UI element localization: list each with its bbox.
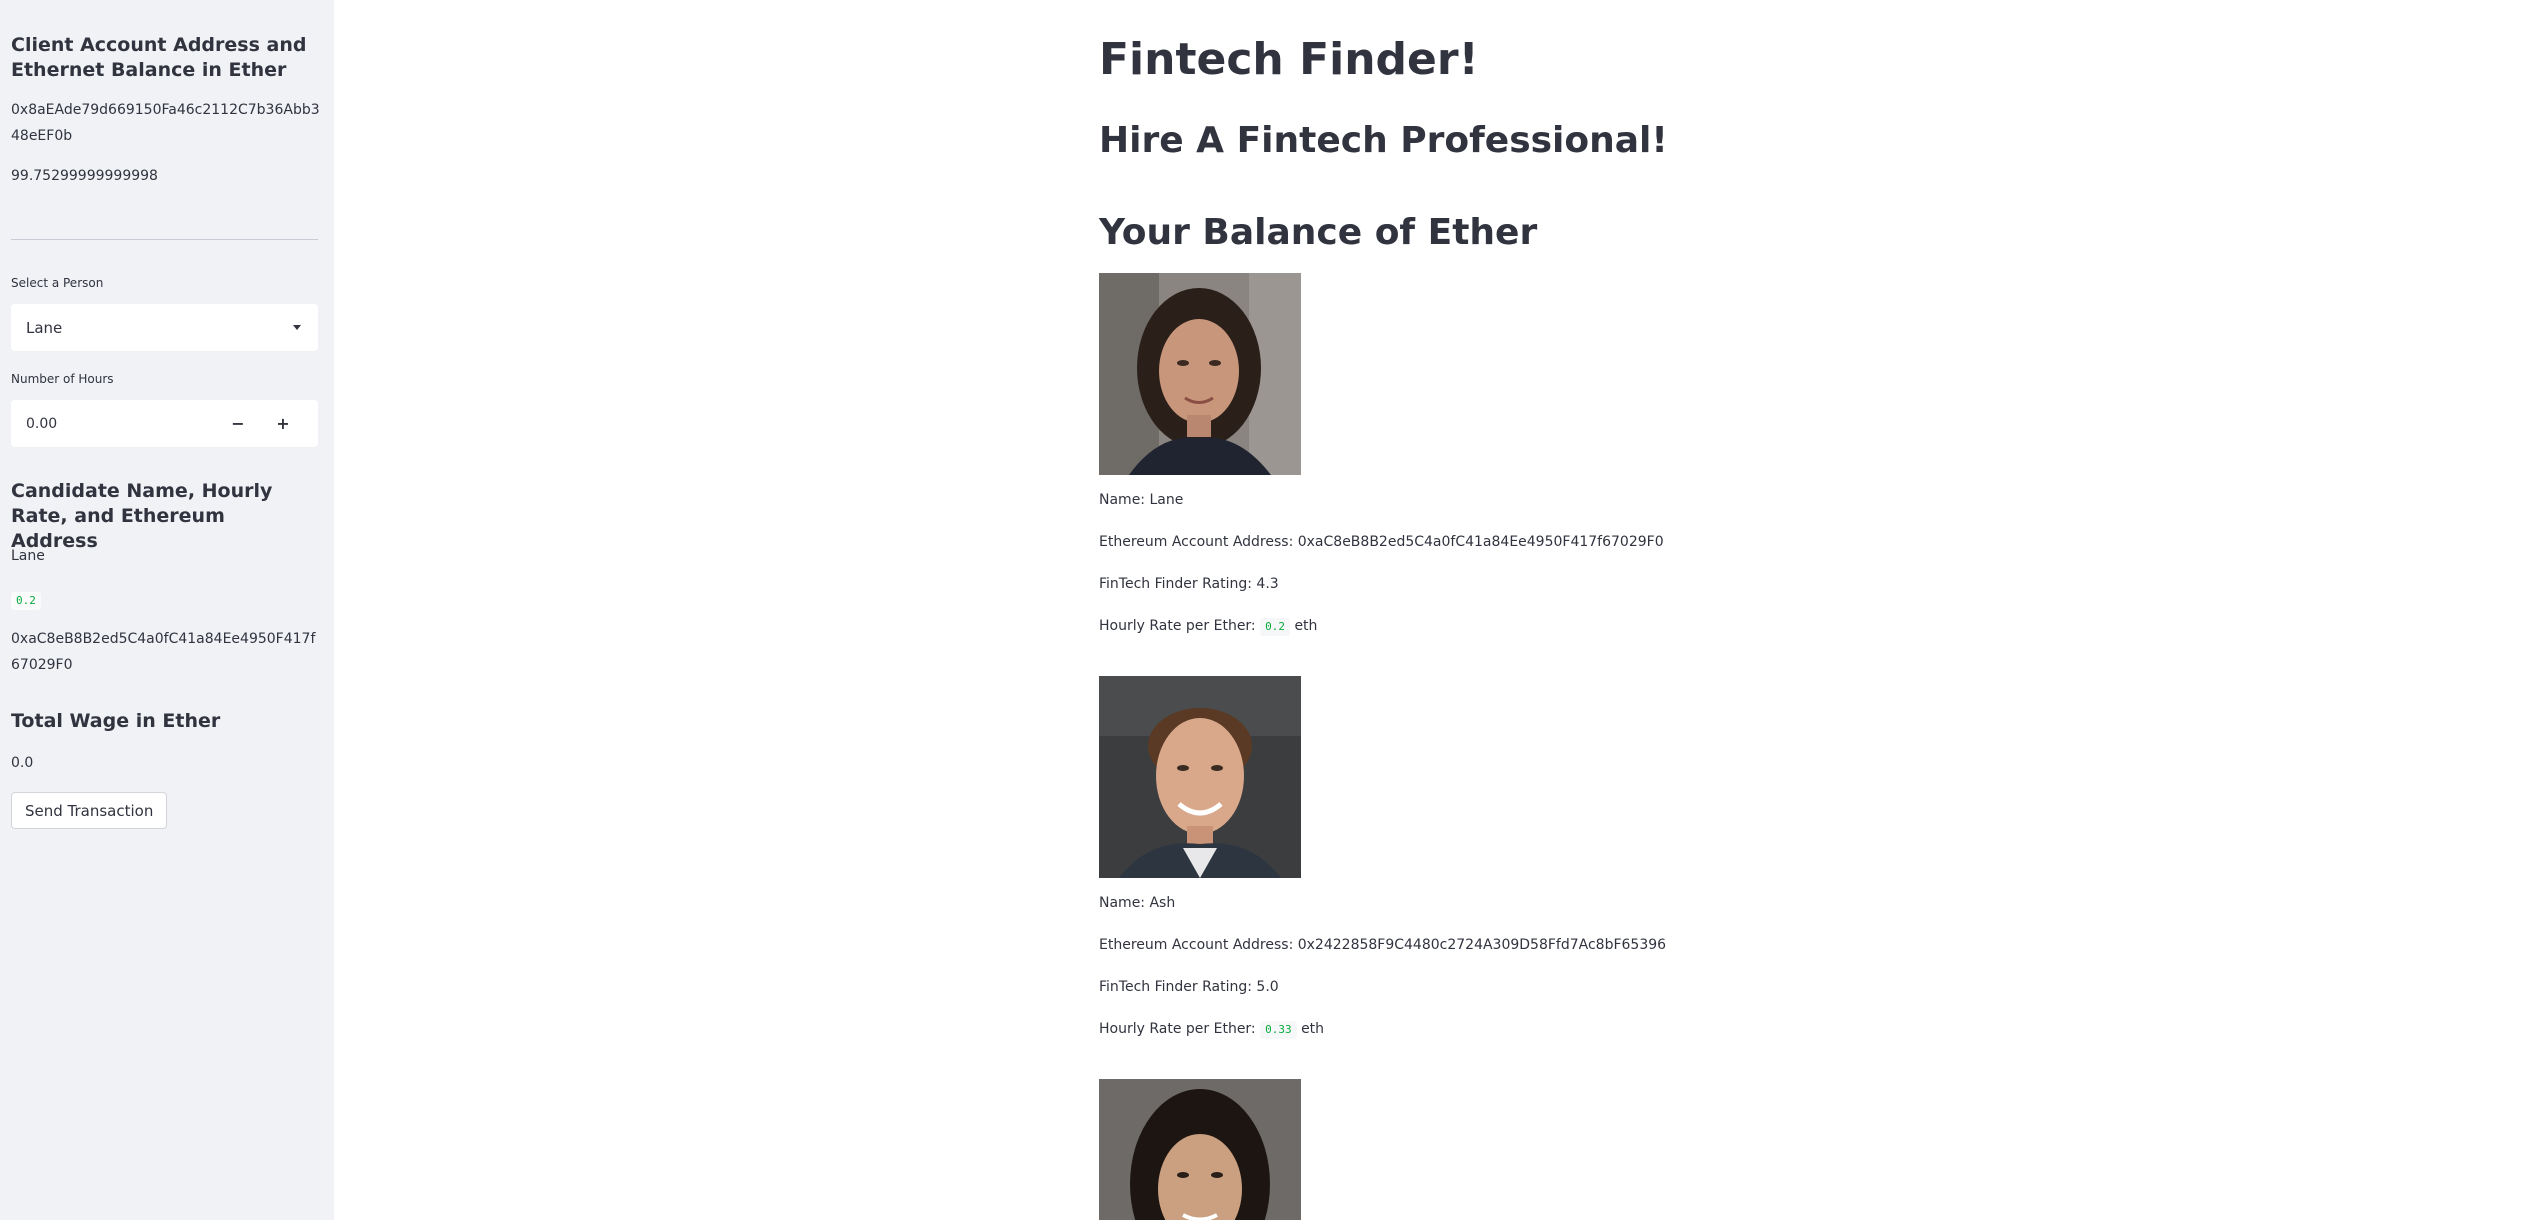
wage-heading: Total Wage in Ether (11, 710, 221, 732)
wage-value: 0.0 (11, 755, 34, 771)
send-transaction-button[interactable]: Send Transaction (11, 792, 168, 829)
main-content: Fintech Finder! Hire A Fintech Professio… (334, 0, 2533, 1220)
sidebar-divider (11, 239, 318, 240)
candidate-photo-ash (1099, 676, 1301, 878)
candidate-rating-ash: FinTech Finder Rating: 5.0 (1099, 979, 1279, 995)
candidate-address-lane: Ethereum Account Address: 0xaC8eB8B2ed5C… (1099, 534, 1664, 550)
hours-input[interactable] (11, 400, 231, 447)
select-person-label: Select a Person (11, 276, 104, 290)
page-subtitle: Hire A Fintech Professional! (1099, 120, 1668, 161)
person-select[interactable]: Lane (11, 304, 318, 351)
rate-unit: eth (1294, 618, 1318, 634)
rate-label: Hourly Rate per Ether: (1099, 1021, 1256, 1037)
candidate-rate: 0.2 (11, 592, 41, 610)
hours-stepper: − + (11, 400, 318, 447)
app-window: Client Account Address and Ethernet Bala… (0, 0, 2533, 1220)
chevron-down-icon (293, 325, 301, 330)
account-heading: Client Account Address and Ethernet Bala… (11, 34, 307, 81)
account-balance: 99.75299999999998 (11, 168, 158, 184)
rate-unit: eth (1301, 1021, 1325, 1037)
selected-person: Lane (26, 319, 63, 337)
candidate-photo-lane (1099, 273, 1301, 475)
page-title: Fintech Finder! (1099, 34, 1479, 85)
account-address: 0x8aEAde79d669150Fa46c2112C7b36Abb348eEF… (11, 102, 320, 144)
candidate-rate-row-ash: Hourly Rate per Ether: 0.33 eth (1099, 1019, 1324, 1039)
decrement-button[interactable]: − (216, 400, 260, 447)
candidate-name: Lane (11, 548, 45, 564)
candidate-photo-3 (1099, 1079, 1301, 1220)
candidate-rating-lane: FinTech Finder Rating: 4.3 (1099, 576, 1279, 592)
candidate-rate-row-lane: Hourly Rate per Ether: 0.2 eth (1099, 616, 1317, 636)
sidebar: Client Account Address and Ethernet Bala… (0, 0, 334, 1220)
candidate-name-ash: Name: Ash (1099, 895, 1176, 911)
increment-button[interactable]: + (261, 400, 305, 447)
candidate-name-lane: Name: Lane (1099, 492, 1184, 508)
candidate-rate-wrap: 0.2 (11, 589, 41, 610)
rate-value: 0.33 (1260, 1021, 1297, 1039)
balance-heading: Your Balance of Ether (1099, 212, 1538, 253)
rate-label: Hourly Rate per Ether: (1099, 618, 1256, 634)
hours-label: Number of Hours (11, 372, 114, 386)
candidate-address-ash: Ethereum Account Address: 0x2422858F9C44… (1099, 937, 1667, 953)
rate-value: 0.2 (1260, 618, 1290, 636)
candidate-address: 0xaC8eB8B2ed5C4a0fC41a84Ee4950F417f67029… (11, 631, 316, 673)
